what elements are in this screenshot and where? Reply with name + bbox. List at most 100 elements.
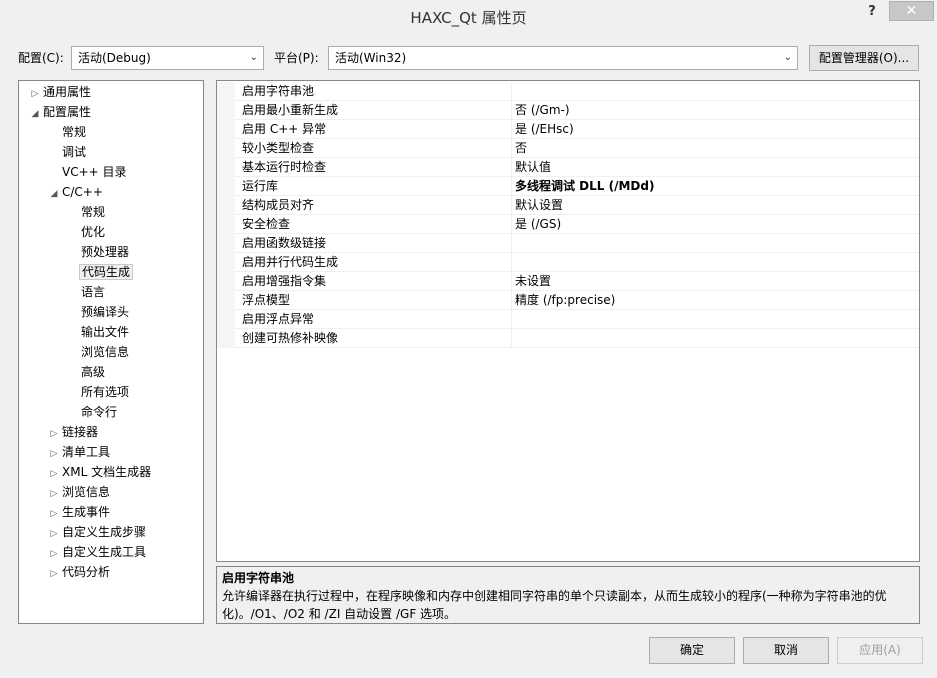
property-row[interactable]: 运行库 多线程调试 DLL (/MDd) xyxy=(217,177,919,196)
tree-item[interactable]: 预处理器 xyxy=(67,242,131,262)
tree-item[interactable]: ▷ 生成事件 xyxy=(48,502,112,522)
column-divider xyxy=(511,139,512,158)
tree-item[interactable]: ▷ 自定义生成工具 xyxy=(48,542,148,562)
tree-item[interactable]: ◢ C/C++ xyxy=(48,182,105,202)
tree-item[interactable]: 所有选项 xyxy=(67,382,131,402)
property-row[interactable]: 启用字符串池 xyxy=(217,82,919,101)
tree-item-label: 浏览信息 xyxy=(62,485,111,499)
ok-button[interactable]: 确定 xyxy=(649,637,735,664)
property-row[interactable]: 基本运行时检查 默认值 xyxy=(217,158,919,177)
tree-item[interactable]: ▷ 清单工具 xyxy=(48,442,112,462)
expand-arrow-icon[interactable]: ▷ xyxy=(48,544,60,564)
property-grid[interactable]: 启用字符串池启用最小重新生成 否 (/Gm-) 启用 C++ 异常 是 (/EHsc)… xyxy=(216,80,920,562)
expand-arrow-icon[interactable]: ▷ xyxy=(29,84,41,104)
property-tree[interactable]: ▷ 通用属性 ◢ 配置属性 常规 调试 VC++ 目录 ◢ C/C++ 常规 优化 预处理器 代码生成语… xyxy=(18,80,204,624)
row-gutter xyxy=(217,291,235,310)
expand-arrow-icon[interactable]: ▷ xyxy=(48,464,60,484)
property-value[interactable]: 未设置 xyxy=(515,272,551,291)
tree-item-label: C/C++ xyxy=(62,185,103,199)
tree-item[interactable]: ▷ 自定义生成步骤 xyxy=(48,522,148,542)
property-name: 基本运行时检查 xyxy=(242,160,327,174)
column-divider xyxy=(511,272,512,291)
row-gutter xyxy=(217,234,235,253)
property-row[interactable]: 启用浮点异常 xyxy=(217,310,919,329)
tree-item[interactable]: 常规 xyxy=(67,202,107,222)
chevron-down-icon: ⌄ xyxy=(783,52,792,63)
tree-item[interactable]: ▷ 代码分析 xyxy=(48,562,112,582)
property-value[interactable]: 默认设置 xyxy=(515,196,563,215)
property-value[interactable]: 否 (/Gm-) xyxy=(515,101,570,120)
property-value[interactable]: 默认值 xyxy=(515,158,551,177)
property-value[interactable]: 多线程调试 DLL (/MDd) xyxy=(515,177,654,196)
tree-item[interactable]: 代码生成 xyxy=(67,262,134,282)
row-gutter xyxy=(217,177,235,196)
expand-arrow-icon[interactable]: ▷ xyxy=(48,424,60,444)
tree-item-label: 代码生成 xyxy=(79,264,134,280)
property-row[interactable]: 浮点模型 精度 (/fp:precise) xyxy=(217,291,919,310)
tree-item-label: 预处理器 xyxy=(81,245,130,259)
property-row[interactable]: 安全检查 是 (/GS) xyxy=(217,215,919,234)
property-name: 启用最小重新生成 xyxy=(242,103,339,117)
tree-item[interactable]: ◢ 配置属性 xyxy=(29,102,93,122)
config-select[interactable]: 活动(Debug) ⌄ xyxy=(71,46,264,70)
property-row[interactable]: 较小类型检查 否 xyxy=(217,139,919,158)
collapse-arrow-icon[interactable]: ◢ xyxy=(29,104,41,124)
tree-item[interactable]: ▷ XML 文档生成器 xyxy=(48,462,153,482)
tree-item-label: 语言 xyxy=(81,285,106,299)
property-name: 结构成员对齐 xyxy=(242,198,315,212)
property-name: 启用函数级链接 xyxy=(242,236,327,250)
property-row[interactable]: 启用函数级链接 xyxy=(217,234,919,253)
tree-item[interactable]: 预编译头 xyxy=(67,302,131,322)
property-value[interactable]: 是 (/GS) xyxy=(515,215,561,234)
row-gutter xyxy=(217,310,235,329)
tree-item-label: 所有选项 xyxy=(81,385,130,399)
property-name: 启用增强指令集 xyxy=(242,274,327,288)
property-row[interactable]: 结构成员对齐 默认设置 xyxy=(217,196,919,215)
property-row[interactable]: 启用最小重新生成 否 (/Gm-) xyxy=(217,101,919,120)
tree-item[interactable]: ▷ 通用属性 xyxy=(29,82,93,102)
config-manager-button[interactable]: 配置管理器(O)... xyxy=(809,45,919,71)
property-value[interactable]: 否 xyxy=(515,139,527,158)
tree-item[interactable]: 浏览信息 xyxy=(67,342,131,362)
tree-item[interactable]: 高级 xyxy=(67,362,107,382)
expand-arrow-icon[interactable]: ▷ xyxy=(48,524,60,544)
tree-item[interactable]: 调试 xyxy=(48,142,88,162)
cancel-button[interactable]: 取消 xyxy=(743,637,829,664)
tree-item[interactable]: ▷ 链接器 xyxy=(48,422,100,442)
tree-item[interactable]: 优化 xyxy=(67,222,107,242)
tree-item[interactable]: VC++ 目录 xyxy=(48,162,129,182)
property-row[interactable]: 启用 C++ 异常 是 (/EHsc) xyxy=(217,120,919,139)
property-name: 安全检查 xyxy=(242,217,291,231)
tree-item[interactable]: 常规 xyxy=(48,122,88,142)
property-row[interactable]: 启用并行代码生成 xyxy=(217,253,919,272)
tree-item[interactable]: 命令行 xyxy=(67,402,119,422)
row-gutter xyxy=(217,215,235,234)
property-value[interactable]: 精度 (/fp:precise) xyxy=(515,291,615,310)
expand-arrow-icon[interactable]: ▷ xyxy=(48,444,60,464)
property-name: 创建可热修补映像 xyxy=(242,331,339,345)
tree-item[interactable]: 语言 xyxy=(67,282,107,302)
property-row[interactable]: 启用增强指令集 未设置 xyxy=(217,272,919,291)
expand-arrow-icon[interactable]: ▷ xyxy=(48,504,60,524)
expand-arrow-icon[interactable]: ▷ xyxy=(48,484,60,504)
tree-item-label: 调试 xyxy=(62,145,87,159)
row-gutter xyxy=(217,329,235,348)
help-button[interactable]: ? xyxy=(860,2,884,24)
tree-item[interactable]: 输出文件 xyxy=(67,322,131,342)
expand-arrow-icon[interactable]: ▷ xyxy=(48,564,60,584)
window-title: HAXC_Qt 属性页 xyxy=(410,9,527,27)
column-divider xyxy=(511,101,512,120)
collapse-arrow-icon[interactable]: ◢ xyxy=(48,184,60,204)
apply-button[interactable]: 应用(A) xyxy=(837,637,923,664)
property-value[interactable]: 是 (/EHsc) xyxy=(515,120,574,139)
tree-item-label: 浏览信息 xyxy=(81,345,130,359)
property-row[interactable]: 创建可热修补映像 xyxy=(217,329,919,348)
row-gutter xyxy=(217,101,235,120)
tree-item-label: XML 文档生成器 xyxy=(62,465,152,479)
platform-select[interactable]: 活动(Win32) ⌄ xyxy=(328,46,798,70)
close-button[interactable]: ✕ xyxy=(889,1,934,21)
row-gutter xyxy=(217,120,235,139)
property-name: 启用浮点异常 xyxy=(242,312,315,326)
tree-item[interactable]: ▷ 浏览信息 xyxy=(48,482,112,502)
tree-item-label: 常规 xyxy=(62,125,87,139)
